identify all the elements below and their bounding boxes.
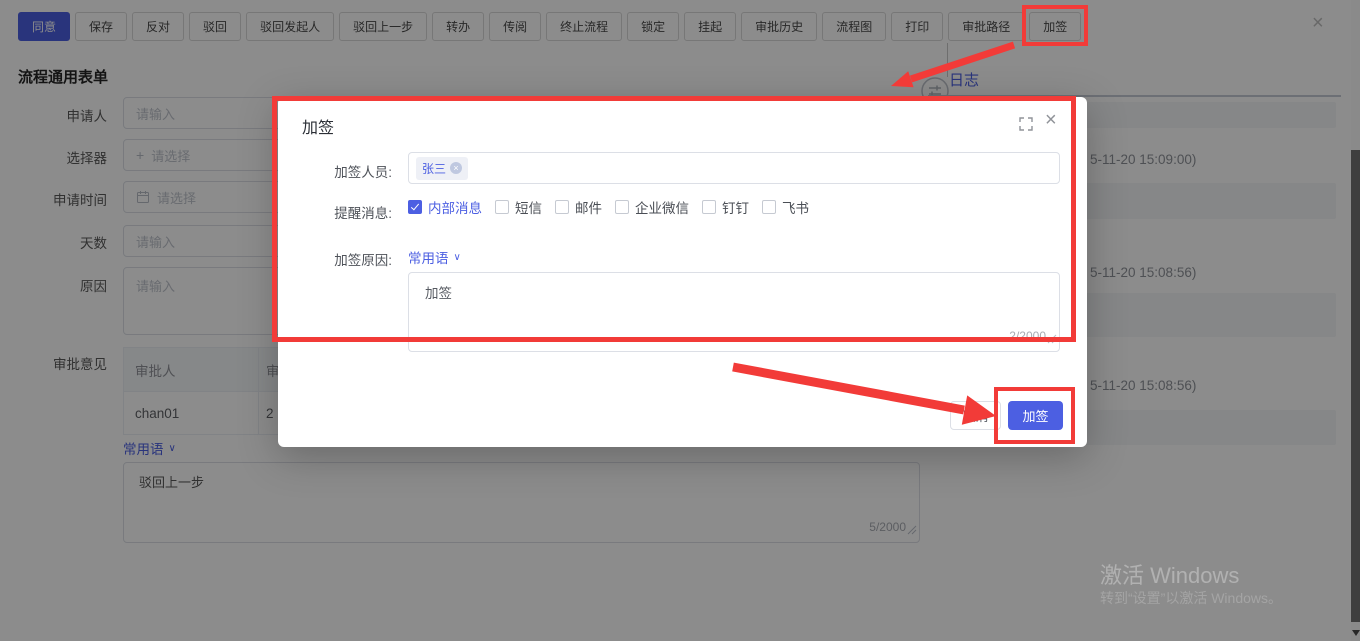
common-phrases-link-modal[interactable]: 常用语 ∨	[408, 247, 461, 267]
channel-label: 邮件	[575, 197, 602, 217]
reason-label-modal: 加签原因:	[278, 249, 392, 269]
checkbox-icon[interactable]	[702, 200, 716, 214]
person-tag-label: 张三	[422, 160, 446, 177]
tag-remove-icon[interactable]: ×	[450, 162, 462, 174]
modal-close-icon[interactable]: ×	[1045, 110, 1057, 130]
checkbox-icon[interactable]	[495, 200, 509, 214]
resize-handle-icon[interactable]	[1047, 331, 1057, 349]
cancel-button[interactable]: 取消	[950, 401, 1001, 430]
person-select-input[interactable]: 张三 ×	[408, 152, 1060, 184]
confirm-button-wrap: 加签	[1008, 401, 1063, 430]
person-tag: 张三 ×	[416, 157, 468, 180]
person-label: 加签人员:	[278, 161, 392, 181]
app-screen: 同意 保存 反对 驳回 驳回发起	[0, 0, 1360, 641]
chevron-down-icon: ∨	[454, 252, 461, 263]
sign-reason-textarea[interactable]: 加签 2/2000	[408, 272, 1060, 352]
channel-label: 钉钉	[722, 197, 749, 217]
notify-channel-option[interactable]: 钉钉	[702, 197, 749, 217]
modal-title: 加签	[302, 114, 334, 138]
notify-channel-option[interactable]: 邮件	[555, 197, 602, 217]
add-sign-modal: 加签 × 加签人员: 张三 × 提醒消息: 内部消息 短信	[278, 97, 1087, 447]
notify-channel-group: 内部消息 短信 邮件 企业微信	[408, 197, 809, 217]
channel-label: 内部消息	[428, 197, 482, 217]
channel-label: 企业微信	[635, 197, 689, 217]
notify-label: 提醒消息:	[278, 202, 392, 222]
checkbox-icon[interactable]	[615, 200, 629, 214]
windows-watermark-subtitle: 转到“设置”以激活 Windows。	[1100, 588, 1282, 608]
sign-reason-text: 加签	[425, 282, 452, 302]
checkbox-icon[interactable]	[555, 200, 569, 214]
checkbox-icon[interactable]	[408, 200, 422, 214]
channel-label: 飞书	[782, 197, 809, 217]
fullscreen-icon[interactable]	[1019, 117, 1033, 136]
common-phrases-label-modal: 常用语	[408, 247, 449, 267]
confirm-add-sign-button[interactable]: 加签	[1008, 401, 1063, 430]
notify-channel-option[interactable]: 内部消息	[408, 197, 482, 217]
checkbox-icon[interactable]	[762, 200, 776, 214]
notify-channel-option[interactable]: 短信	[495, 197, 542, 217]
windows-watermark-title: 激活 Windows	[1100, 558, 1239, 590]
char-counter-modal: 2/2000	[1009, 329, 1046, 343]
notify-channel-option[interactable]: 飞书	[762, 197, 809, 217]
channel-label: 短信	[515, 197, 542, 217]
notify-channel-option[interactable]: 企业微信	[615, 197, 689, 217]
